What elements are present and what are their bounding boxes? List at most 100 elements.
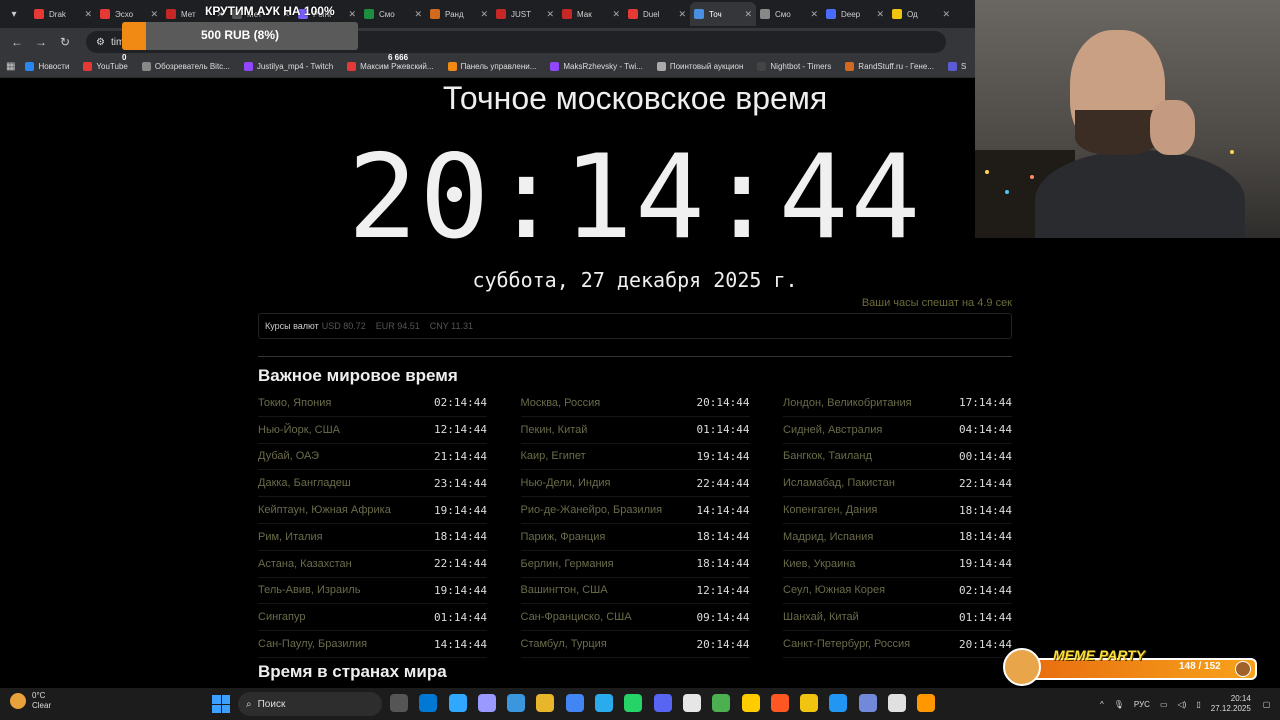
city-link[interactable]: Бангкок, Таиланд [783, 450, 872, 462]
bookmark-item[interactable]: YouTube [83, 62, 128, 71]
taskbar-app-icon[interactable] [477, 694, 496, 712]
city-link[interactable]: Берлин, Германия [521, 558, 614, 570]
tab-close-icon[interactable]: ✕ [876, 9, 884, 20]
rate-cny[interactable]: CNY 11.31 [430, 321, 473, 331]
city-link[interactable]: Стамбул, Турция [521, 638, 607, 650]
network-icon[interactable]: ▭ [1160, 700, 1168, 709]
browser-tab[interactable]: Duel ✕ [624, 2, 690, 26]
city-link[interactable]: Копенгаген, Дания [783, 504, 877, 516]
city-link[interactable]: Мадрид, Испания [783, 531, 873, 543]
city-link[interactable]: Сингапур [258, 611, 306, 623]
city-link[interactable]: Вашингтон, США [521, 584, 608, 596]
city-link[interactable]: Рим, Италия [258, 531, 323, 543]
taskbar-app-icon[interactable] [507, 694, 526, 712]
browser-tab[interactable]: Drak ✕ [30, 2, 96, 26]
bookmark-item[interactable]: MaksRzhevsky - Twi... [550, 62, 643, 71]
taskbar-app-icon[interactable] [800, 694, 819, 712]
bookmark-item[interactable]: Обозреватель Bitc... [141, 62, 230, 71]
weather-widget[interactable]: 0°C Clear [10, 691, 51, 711]
city-link[interactable]: Каир, Египет [521, 450, 586, 462]
back-arrow-icon[interactable]: ← [6, 31, 28, 53]
taskbar-app-icon[interactable] [390, 694, 408, 712]
city-link[interactable]: Нью-Йорк, США [258, 424, 340, 436]
reload-icon[interactable]: ↻ [54, 31, 76, 53]
taskbar-app-icon[interactable] [712, 694, 731, 712]
taskbar-app-icon[interactable] [741, 694, 760, 712]
city-link[interactable]: Кейптаун, Южная Африка [258, 504, 391, 516]
city-link[interactable]: Тель-Авив, Израиль [258, 584, 360, 596]
chevron-up-icon[interactable]: ^ [1100, 700, 1104, 709]
rate-eur[interactable]: EUR 94.51 [376, 321, 420, 331]
microphone-icon[interactable]: 🎙 [1114, 700, 1124, 709]
bookmark-item[interactable]: Поинтовый аукцион [656, 62, 743, 71]
city-link[interactable]: Киев, Украина [783, 558, 856, 570]
tray-clock[interactable]: 20:14 27.12.2025 [1211, 694, 1251, 714]
taskbar-app-icon[interactable] [595, 694, 614, 712]
taskbar-app-icon[interactable] [419, 694, 438, 712]
tab-close-icon[interactable]: ✕ [546, 9, 554, 20]
tab-close-icon[interactable]: ✕ [942, 9, 950, 20]
tab-close-icon[interactable]: ✕ [414, 9, 422, 20]
city-link[interactable]: Сеул, Южная Корея [783, 584, 885, 596]
browser-tab[interactable]: Мак ✕ [558, 2, 624, 26]
tab-close-icon[interactable]: ✕ [612, 9, 620, 20]
bookmark-item[interactable]: Максим Ржевский... [347, 62, 434, 71]
bookmark-item[interactable]: S [947, 62, 966, 71]
forward-arrow-icon[interactable]: → [30, 31, 52, 53]
taskbar-app-icon[interactable] [770, 694, 789, 712]
city-link[interactable]: Пекин, Китай [521, 424, 588, 436]
battery-icon[interactable]: ▯ [1196, 700, 1200, 709]
city-link[interactable]: Лондон, Великобритания [783, 397, 912, 409]
city-link[interactable]: Москва, Россия [521, 397, 601, 409]
taskbar-app-icon[interactable] [682, 694, 701, 712]
city-link[interactable]: Шанхай, Китай [783, 611, 859, 623]
taskbar-app-icon[interactable] [829, 694, 848, 712]
bookmark-item[interactable]: Nightbot - Timers [757, 62, 831, 71]
notification-icon[interactable]: ▢ [1263, 700, 1271, 709]
tab-close-icon[interactable]: ✕ [744, 9, 752, 20]
tab-search-chevron-icon[interactable]: ▾ [4, 4, 24, 24]
taskbar-app-icon[interactable] [917, 694, 936, 712]
browser-tab[interactable]: Смо ✕ [360, 2, 426, 26]
language-indicator[interactable]: РУС [1134, 700, 1150, 709]
tab-close-icon[interactable]: ✕ [150, 9, 158, 20]
taskbar-search[interactable]: ⌕ Поиск [238, 692, 382, 716]
city-link[interactable]: Астана, Казахстан [258, 558, 352, 570]
browser-tab[interactable]: Од ✕ [888, 2, 954, 26]
tab-close-icon[interactable]: ✕ [480, 9, 488, 20]
city-link[interactable]: Нью-Дели, Индия [521, 477, 611, 489]
browser-tab[interactable]: Смо ✕ [756, 2, 822, 26]
taskbar-app-icon[interactable] [858, 694, 877, 712]
tab-close-icon[interactable]: ✕ [84, 9, 92, 20]
windows-start-icon[interactable] [212, 695, 230, 713]
city-link[interactable]: Сидней, Австралия [783, 424, 882, 436]
browser-tab[interactable]: Deep ✕ [822, 2, 888, 26]
taskbar-app-icon[interactable] [448, 694, 467, 712]
browser-tab[interactable]: JUST ✕ [492, 2, 558, 26]
apps-grid-icon[interactable]: ▦ [6, 59, 15, 75]
taskbar-app-icon[interactable] [888, 694, 907, 712]
city-link[interactable]: Дубай, ОАЭ [258, 450, 319, 462]
site-info-icon[interactable]: ⚙ [96, 37, 105, 48]
city-link[interactable]: Санкт-Петербург, Россия [783, 638, 910, 650]
city-link[interactable]: Сан-Паулу, Бразилия [258, 638, 367, 650]
taskbar-app-icon[interactable] [624, 694, 643, 712]
taskbar-app-icon[interactable] [653, 694, 672, 712]
bookmark-item[interactable]: Justilya_mp4 - Twitch [243, 62, 333, 71]
browser-tab[interactable]: Ранд ✕ [426, 2, 492, 26]
tab-close-icon[interactable]: ✕ [348, 9, 356, 20]
bookmark-item[interactable]: Новости [25, 62, 69, 71]
taskbar-app-icon[interactable] [565, 694, 584, 712]
bookmark-item[interactable]: RandStuff.ru - Гене... [845, 62, 934, 71]
bookmark-item[interactable]: Панель управлени... [447, 62, 536, 71]
rate-usd[interactable]: USD 80.72 [322, 321, 366, 331]
city-link[interactable]: Дакка, Бангладеш [258, 477, 351, 489]
city-link[interactable]: Рио-де-Жанейро, Бразилия [521, 504, 663, 516]
tab-close-icon[interactable]: ✕ [810, 9, 818, 20]
city-link[interactable]: Исламабад, Пакистан [783, 477, 895, 489]
browser-tab[interactable]: Точ ✕ [690, 2, 756, 26]
city-link[interactable]: Сан-Франциско, США [521, 611, 632, 623]
volume-icon[interactable]: ◁) [1178, 700, 1187, 709]
tab-close-icon[interactable]: ✕ [678, 9, 686, 20]
taskbar-app-icon[interactable] [536, 694, 555, 712]
